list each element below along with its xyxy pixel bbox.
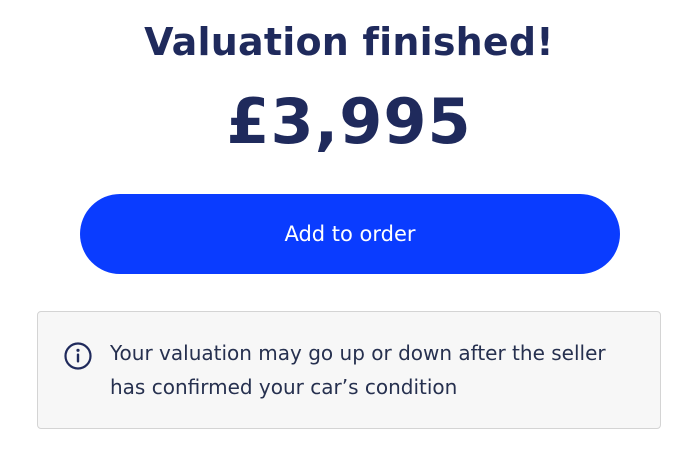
- valuation-result-panel: Valuation finished! £3,995 Add to order …: [0, 0, 698, 467]
- page-title: Valuation finished!: [144, 20, 554, 64]
- valuation-notice: Your valuation may go up or down after t…: [37, 311, 661, 429]
- add-to-order-label: Add to order: [284, 222, 416, 246]
- add-to-order-button[interactable]: Add to order: [80, 194, 620, 274]
- info-circle-icon: [63, 341, 93, 371]
- valuation-price: £3,995: [226, 85, 472, 158]
- notice-text: Your valuation may go up or down after t…: [110, 341, 606, 399]
